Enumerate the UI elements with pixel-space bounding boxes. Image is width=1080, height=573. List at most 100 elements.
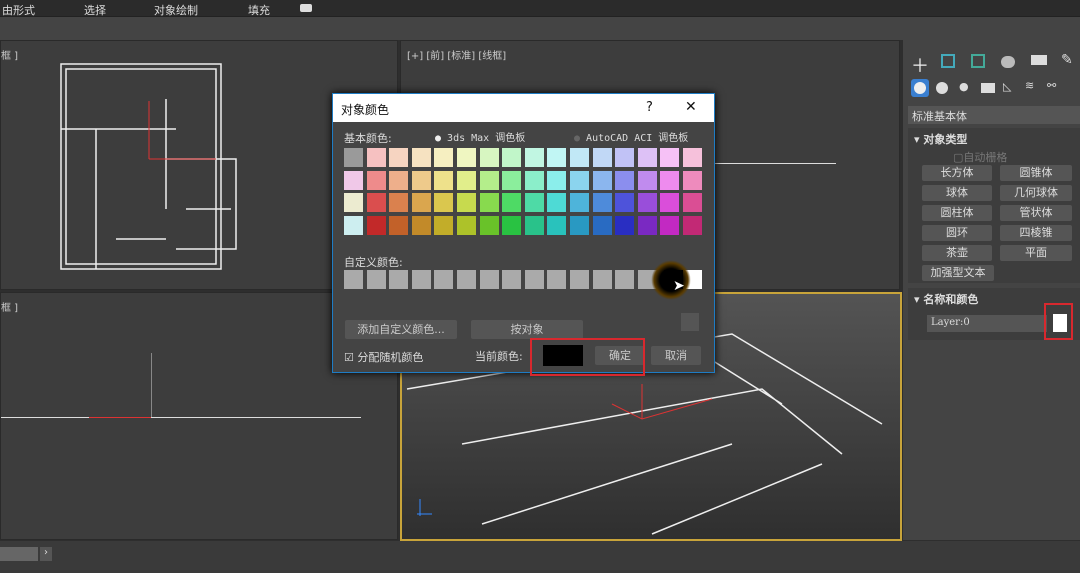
color-swatch[interactable] [502,170,522,190]
viewport-label[interactable]: 框 ] [1,47,18,62]
color-swatch[interactable] [615,148,635,167]
custom-color-swatch[interactable] [389,270,409,289]
torus-button[interactable]: 圆环 [922,225,992,241]
color-swatch[interactable] [479,193,499,212]
viewport-label[interactable]: 框 ] [1,299,18,314]
menu-object-paint[interactable]: 对象绘制 [154,2,198,18]
custom-color-swatch[interactable] [411,270,431,289]
custom-color-swatch[interactable] [570,270,589,289]
color-swatch[interactable] [457,170,476,190]
color-swatch[interactable] [547,148,567,167]
color-swatch[interactable] [502,148,522,167]
color-swatch[interactable] [502,215,522,235]
custom-color-swatch[interactable] [547,270,567,289]
color-swatch[interactable] [344,215,363,235]
geosphere-button[interactable]: 几何球体 [1000,185,1072,201]
color-swatch[interactable] [344,170,363,190]
custom-color-swatch[interactable] [434,270,454,289]
radio-3dsmax[interactable]: ● 3ds Max 调色板 [435,129,525,144]
color-swatch[interactable] [547,170,567,190]
color-swatch[interactable] [366,148,386,167]
color-swatch[interactable] [637,193,657,212]
color-swatch[interactable] [570,215,589,235]
utilities-tab-icon[interactable]: ✎ [1061,52,1073,68]
color-swatch[interactable] [592,193,612,212]
custom-color-swatch[interactable] [592,270,612,289]
display-tab-icon[interactable] [1031,55,1047,65]
color-swatch[interactable] [389,215,409,235]
cylinder-button[interactable]: 圆柱体 [922,205,992,221]
menu-freeform[interactable]: 由形式 [2,2,35,18]
sphere-button[interactable]: 球体 [922,185,992,201]
color-swatch[interactable] [344,148,363,167]
color-swatch[interactable] [389,148,409,167]
cameras-icon[interactable] [981,83,995,93]
rollout-header[interactable]: ▾ 名称和颜色 [914,291,978,307]
textplus-button[interactable]: 加强型文本 [922,265,994,281]
color-swatch[interactable] [434,148,454,167]
object-name-input[interactable]: Layer:0 [927,315,1047,332]
plane-button[interactable]: 平面 [1000,245,1072,261]
color-swatch[interactable] [683,170,702,190]
autogrid-checkbox[interactable]: ▢自动栅格 [953,149,1007,165]
menu-populate[interactable]: 填充 [248,2,270,18]
by-object-button[interactable]: 按对象 [471,320,583,339]
color-swatch[interactable] [592,215,612,235]
hierarchy-tab-icon[interactable] [971,54,985,68]
color-swatch[interactable] [457,215,476,235]
color-swatch[interactable] [524,193,544,212]
color-swatch[interactable] [660,215,680,235]
menu-selection[interactable]: 选择 [84,2,106,18]
color-swatch[interactable] [479,148,499,167]
color-swatch[interactable] [502,193,522,212]
color-swatch[interactable] [479,215,499,235]
color-swatch[interactable] [592,170,612,190]
color-swatch[interactable] [683,148,702,167]
color-swatch[interactable] [637,170,657,190]
color-swatch[interactable] [479,170,499,190]
color-swatch[interactable] [524,148,544,167]
color-swatch[interactable] [570,193,589,212]
box-button[interactable]: 长方体 [922,165,992,181]
color-swatch[interactable] [592,148,612,167]
color-swatch[interactable] [366,170,386,190]
color-swatch[interactable] [615,193,635,212]
color-swatch[interactable] [434,170,454,190]
next-frame-button[interactable]: › [40,547,52,561]
color-swatch[interactable] [411,193,431,212]
color-swatch[interactable] [637,148,657,167]
color-swatch[interactable] [389,193,409,212]
custom-color-swatch[interactable] [524,270,544,289]
random-color-checkbox[interactable]: ☑ 分配随机颜色 [344,349,423,365]
color-swatch[interactable] [457,148,476,167]
rollout-header[interactable]: ▾ 对象类型 [914,131,967,147]
color-swatch[interactable] [411,148,431,167]
display-icon[interactable] [300,4,312,12]
color-swatch[interactable] [524,215,544,235]
modify-tab-icon[interactable] [941,54,955,68]
color-swatch[interactable] [615,170,635,190]
color-swatch[interactable] [570,148,589,167]
color-swatch[interactable] [615,215,635,235]
color-swatch[interactable] [660,148,680,167]
add-custom-color-button[interactable]: 添加自定义颜色... [345,320,457,339]
eyedropper-icon[interactable] [681,313,699,331]
geometry-icon[interactable] [911,79,929,97]
color-swatch[interactable] [366,215,386,235]
teapot-button[interactable]: 茶壶 [922,245,992,261]
color-swatch[interactable] [434,193,454,212]
cone-button[interactable]: 圆锥体 [1000,165,1072,181]
color-swatch[interactable] [637,215,657,235]
color-swatch[interactable] [434,215,454,235]
color-swatch[interactable] [366,193,386,212]
color-swatch[interactable] [411,215,431,235]
custom-color-swatch[interactable] [366,270,386,289]
radio-autocad-aci[interactable]: ● AutoCAD ACI 调色板 [574,129,688,144]
help-button[interactable]: ? [646,100,653,115]
systems-icon[interactable]: ⚯ [1047,79,1056,92]
shapes-icon[interactable] [936,82,948,94]
cancel-button[interactable]: 取消 [651,346,701,365]
close-button[interactable]: ✕ [685,99,697,115]
motion-tab-icon[interactable] [1001,56,1015,68]
time-slider[interactable] [0,547,38,561]
